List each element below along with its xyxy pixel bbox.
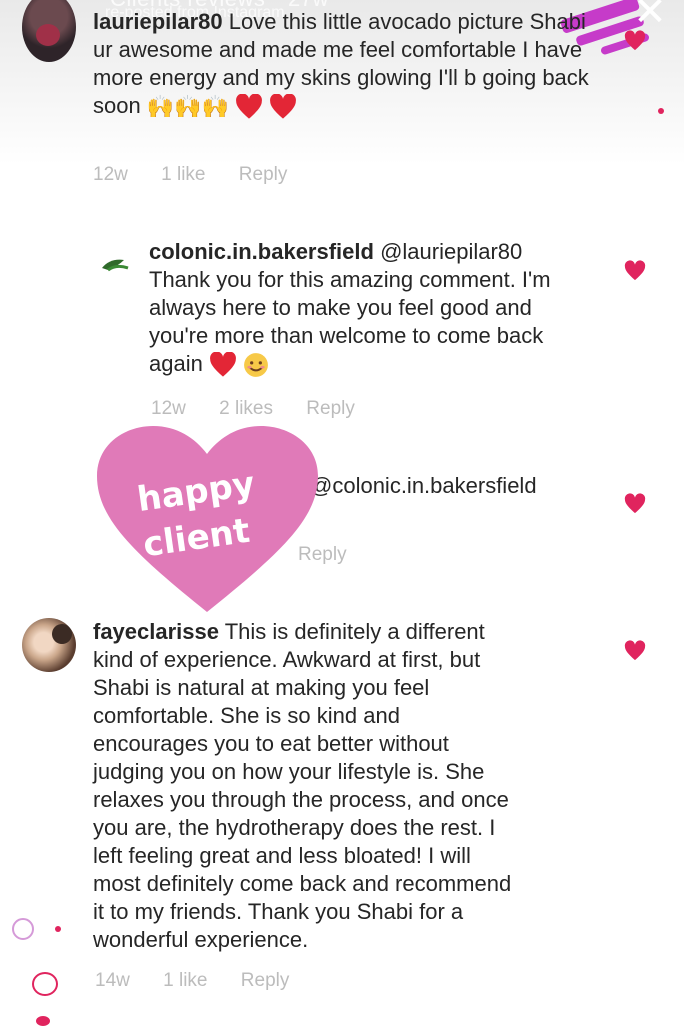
comment-4-text: fayeclarisse This is definitely a differ… [93, 618, 613, 954]
close-icon[interactable]: ✕ [630, 0, 670, 32]
comment-4-meta: 14w 1 like Reply [95, 970, 317, 992]
comment-2-text: colonic.in.bakersfield @lauriepilar80 Th… [149, 238, 589, 378]
comment-4-body-line: Shabi is natural at making you feel [93, 675, 430, 700]
like-heart-icon[interactable] [624, 260, 646, 282]
comment-1-time: 12w [93, 164, 128, 185]
comment-4-body-line: most definitely come back and recommend [93, 871, 512, 896]
comment-2-time: 12w [151, 398, 186, 419]
happy-client-sticker: happy client [95, 424, 320, 614]
comment-2-likes[interactable]: 2 likes [219, 398, 273, 419]
decorative-doodle [36, 1016, 50, 1026]
red-heart-icon [210, 352, 236, 377]
comment-4-body-line: encourages you to eat better without [93, 731, 449, 756]
like-heart-icon[interactable] [624, 30, 646, 52]
comment-4-body-line: This is definitely a different [224, 619, 485, 644]
comment-4-body-line: judging you on how your lifestyle is. Sh… [93, 759, 485, 784]
comment-1-text: lauriepilar80 Love this little avocado p… [93, 8, 593, 121]
comment-3-text: @colonic.in.bakersfield [310, 472, 610, 500]
comment-4-username[interactable]: fayeclarisse [93, 619, 219, 644]
comment-4-body-line: you are, the hydrotherapy does the rest.… [93, 815, 496, 840]
comment-2-mention[interactable]: @lauriepilar80 [380, 239, 522, 264]
comment-4-line-0: fayeclarisse This is definitely a differ… [93, 618, 613, 646]
comment-1-likes[interactable]: 1 like [161, 164, 205, 185]
comment-1-reply-button[interactable]: Reply [239, 164, 288, 185]
raising-hands-icon: 🙌 [201, 94, 230, 120]
decorative-dot [55, 926, 61, 932]
avatar-fayeclarisse[interactable] [22, 618, 76, 672]
decorative-dot [658, 108, 664, 114]
raising-hands-icon: 🙌 [146, 94, 175, 120]
avatar-colonic-in-bakersfield[interactable] [100, 254, 130, 276]
red-heart-icon [236, 94, 263, 119]
decorative-doodle [32, 972, 58, 996]
raising-hands-icon: 🙌 [174, 94, 202, 120]
decorative-doodle [12, 918, 34, 940]
comment-4-body-line: comfortable. She is so kind and [93, 703, 400, 728]
comment-4-reply-button[interactable]: Reply [241, 970, 290, 991]
red-heart-icon [270, 94, 297, 119]
comment-3-mention[interactable]: @colonic.in.bakersfield [310, 473, 537, 498]
smiling-face-icon [244, 353, 269, 378]
avatar-detail [36, 24, 60, 46]
comment-1-username[interactable]: lauriepilar80 [93, 9, 223, 34]
comment-2-reply-button[interactable]: Reply [306, 398, 355, 419]
comment-4-body-line: relaxes you through the process, and onc… [93, 787, 509, 812]
like-heart-icon[interactable] [624, 493, 646, 515]
avatar-detail [52, 624, 72, 644]
comment-4-body-line: wonderful experience. [93, 927, 309, 952]
comment-1-meta: 12w 1 like Reply [93, 164, 315, 186]
comment-4-body-line: it to my friends. Thank you Shabi for a [93, 899, 464, 924]
comment-4-likes[interactable]: 1 like [163, 970, 207, 991]
like-heart-icon[interactable] [624, 640, 646, 662]
comment-2-username[interactable]: colonic.in.bakersfield [149, 239, 374, 264]
comment-2-meta: 12w 2 likes Reply [151, 398, 383, 420]
comment-4-body-line: kind of experience. Awkward at first, bu… [93, 647, 481, 672]
comment-4-time: 14w [95, 970, 130, 991]
comment-4-body-line: left feeling great and less bloated! I w… [93, 843, 471, 868]
